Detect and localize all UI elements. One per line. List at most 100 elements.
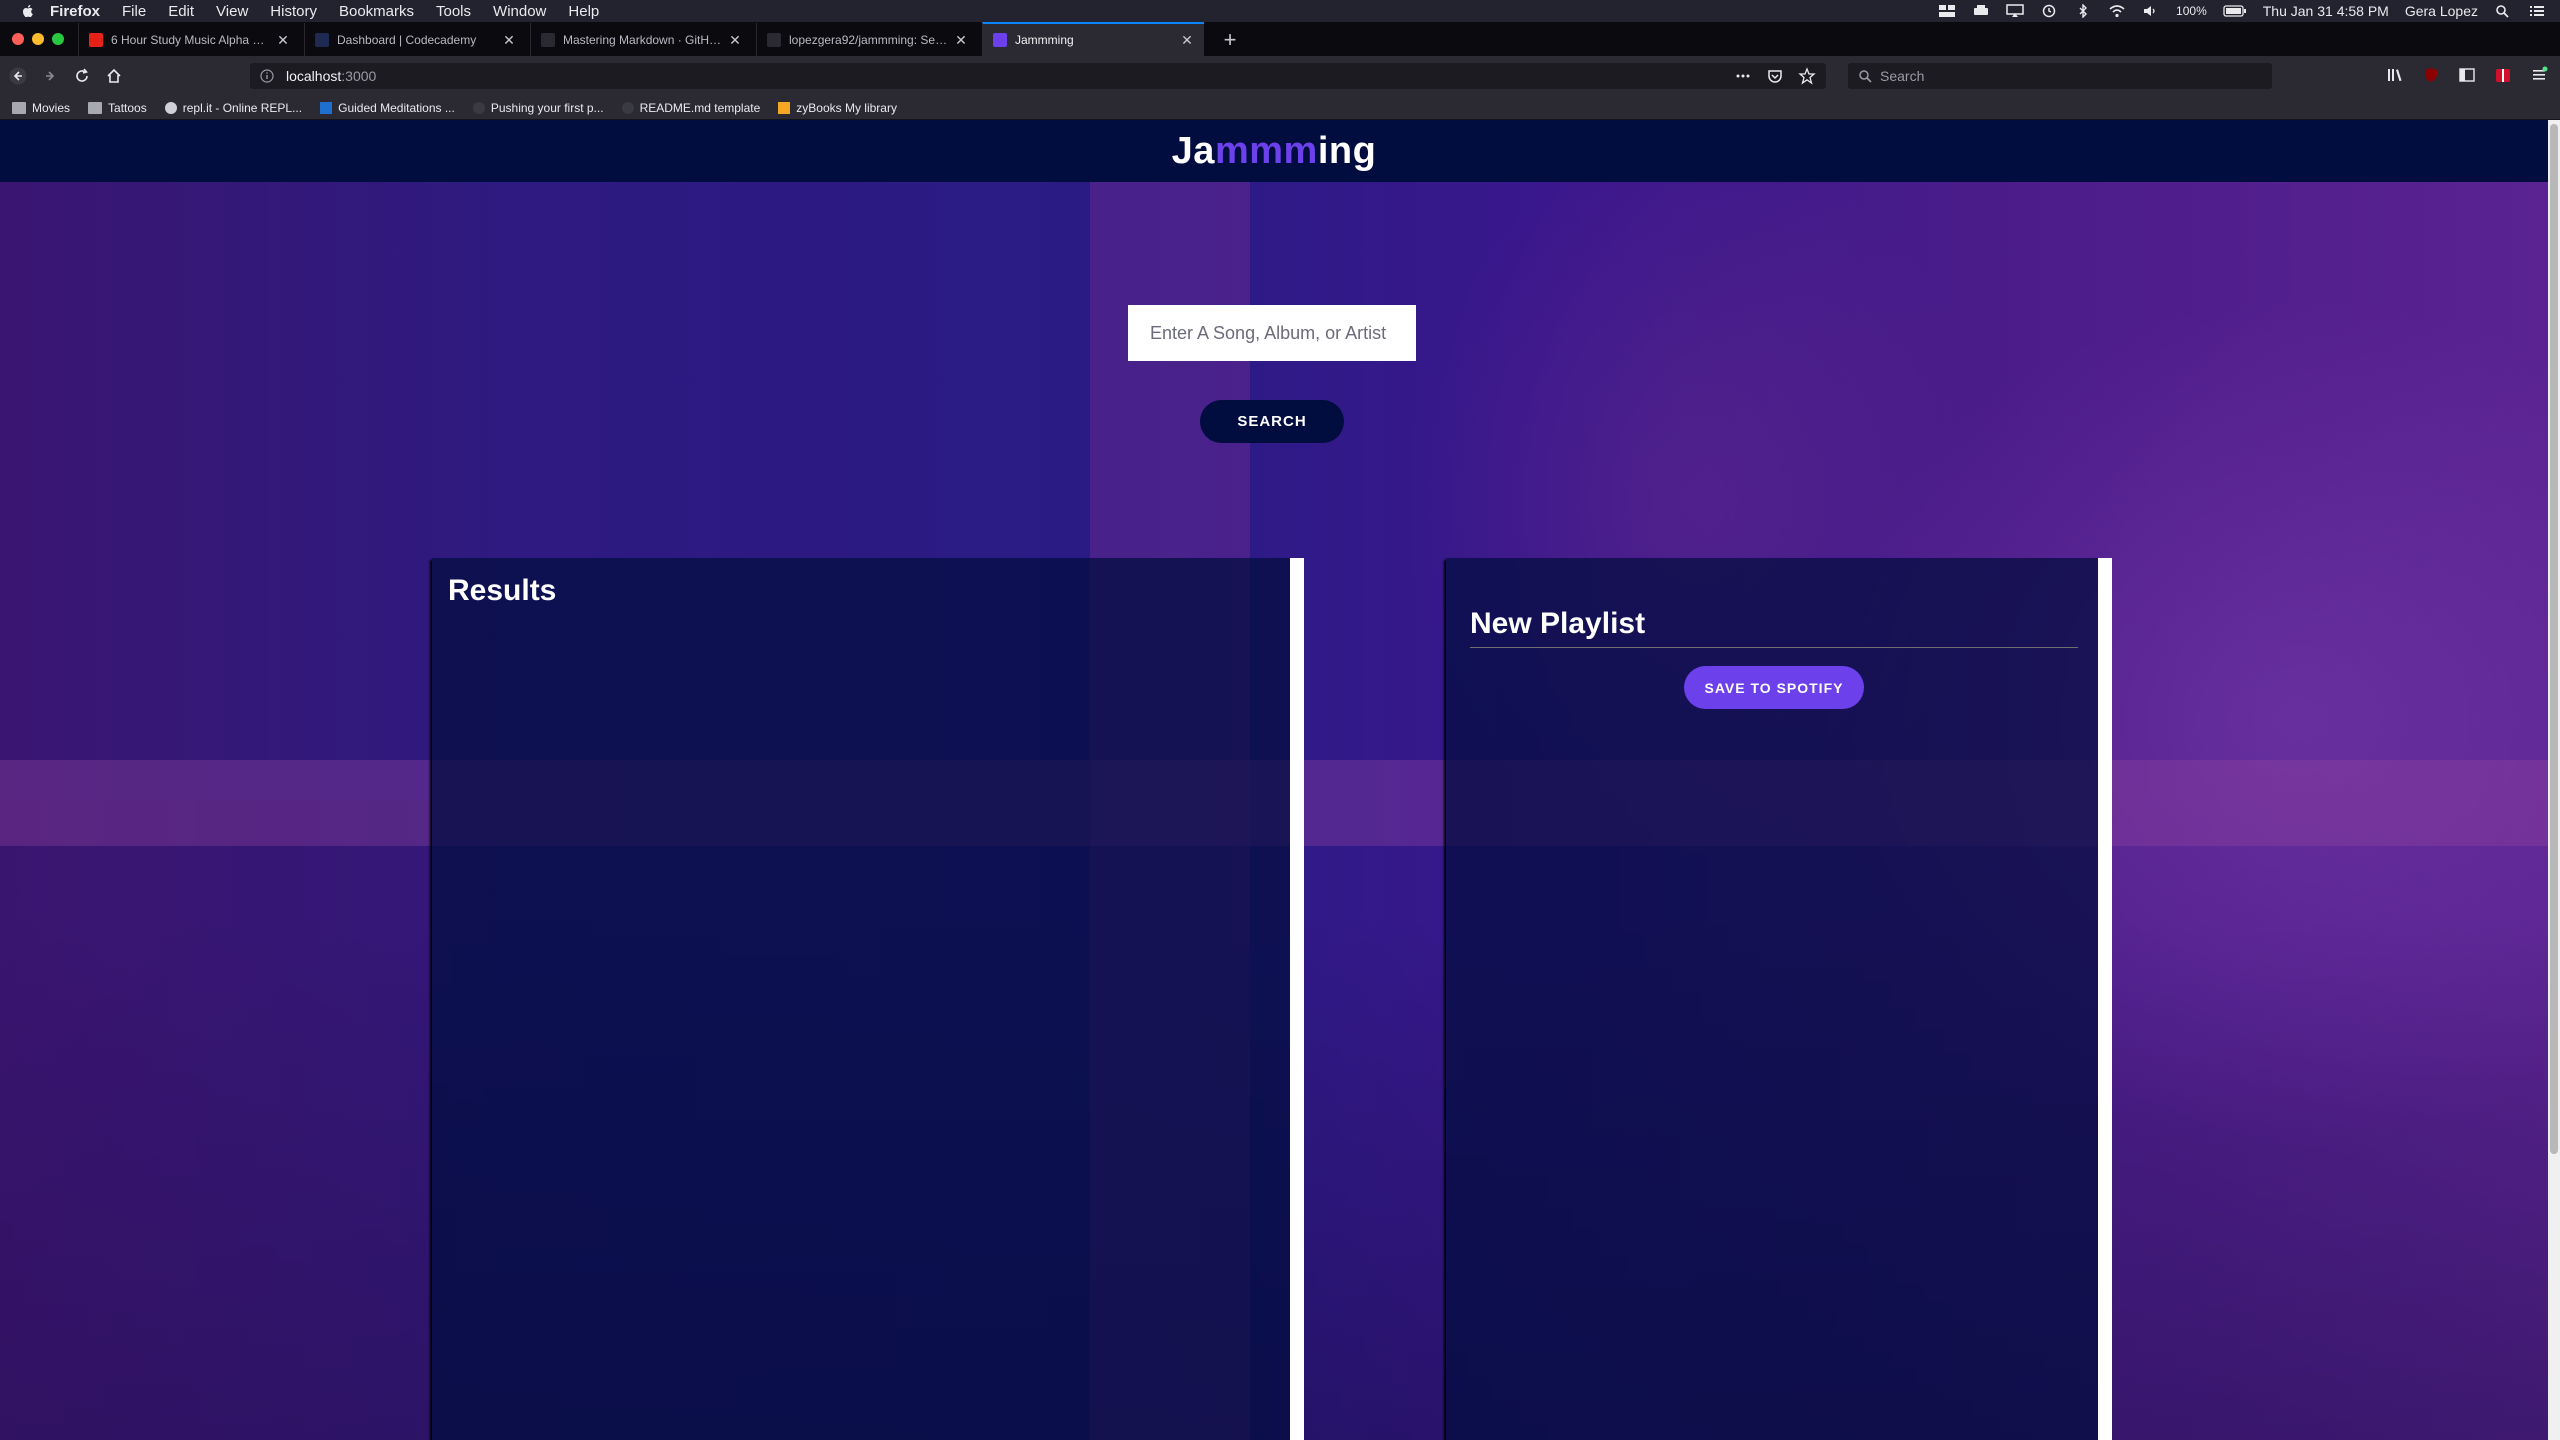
- song-search-input[interactable]: [1128, 305, 1416, 361]
- menu-view[interactable]: View: [216, 3, 248, 20]
- playlist-panel-edge: [2098, 558, 2112, 1440]
- tab-github-repo[interactable]: lopezgera92/jammming: Search ✕: [756, 23, 978, 56]
- app-logo: Jammming: [1172, 130, 1377, 173]
- folder-icon: [88, 101, 103, 114]
- new-tab-icon[interactable]: +: [1216, 26, 1244, 54]
- battery-icon[interactable]: [2223, 4, 2247, 18]
- library-icon[interactable]: [2384, 64, 2406, 86]
- bookmark-readme-template[interactable]: README.md template: [621, 100, 761, 115]
- toolbar-right: [2384, 64, 2550, 86]
- forward-icon[interactable]: [36, 62, 64, 90]
- tab-close-icon[interactable]: ✕: [276, 33, 290, 47]
- bookmark-label: Guided Meditations ...: [338, 100, 455, 115]
- url-actions: [1734, 67, 1816, 85]
- minimize-window-icon[interactable]: [32, 33, 44, 45]
- tab-close-icon[interactable]: ✕: [502, 33, 516, 47]
- bluetooth-icon[interactable]: [2074, 4, 2092, 18]
- page-actions-icon[interactable]: [1734, 67, 1752, 85]
- bookmark-label: Movies: [32, 100, 71, 115]
- youtube-favicon-icon: [89, 32, 103, 47]
- close-window-icon[interactable]: [12, 33, 24, 45]
- url-host: localhost: [286, 68, 342, 84]
- tab-jammming[interactable]: Jammming ✕: [982, 22, 1204, 56]
- time-machine-icon[interactable]: [2040, 4, 2058, 18]
- pocket-icon[interactable]: [1766, 67, 1784, 85]
- spotlight-icon[interactable]: [2494, 4, 2512, 18]
- playlist-name-input[interactable]: New Playlist: [1470, 604, 2078, 648]
- logo-part: Ja: [1171, 129, 1215, 172]
- mission-control-icon[interactable]: [1938, 4, 1956, 18]
- url-port: :3000: [341, 68, 377, 84]
- github-icon: [621, 101, 634, 114]
- menubar-clock[interactable]: Thu Jan 31 4:58 PM: [2263, 3, 2389, 19]
- tab-codecademy[interactable]: Dashboard | Codecademy ✕: [304, 23, 526, 56]
- notification-center-icon[interactable]: [2528, 4, 2546, 18]
- browser-tab-strip: 6 Hour Study Music Alpha Waves ✕ Dashboa…: [0, 22, 2560, 56]
- menubar-status-area: 100% Thu Jan 31 4:58 PM Gera Lopez: [1938, 0, 2546, 22]
- menu-tools[interactable]: Tools: [436, 3, 471, 20]
- bookmark-label: Pushing your first p...: [490, 100, 604, 115]
- gift-extension-icon[interactable]: [2492, 64, 2514, 86]
- page-scrollbar[interactable]: [2548, 120, 2560, 1440]
- bookmark-replit[interactable]: repl.it - Online REPL...: [164, 100, 303, 115]
- tab-title: 6 Hour Study Music Alpha Waves: [111, 32, 270, 47]
- menubar-user[interactable]: Gera Lopez: [2405, 3, 2478, 19]
- reload-icon[interactable]: [68, 62, 96, 90]
- bookmark-label: repl.it - Online REPL...: [182, 100, 303, 115]
- menu-bookmarks[interactable]: Bookmarks: [339, 3, 414, 20]
- menu-help[interactable]: Help: [568, 3, 599, 20]
- zybooks-icon: [778, 101, 791, 114]
- wifi-icon[interactable]: [2108, 4, 2126, 18]
- url-bar[interactable]: localhost:3000: [250, 63, 1826, 89]
- window-controls: [12, 33, 64, 45]
- logo-highlight: mmm: [1214, 129, 1318, 172]
- jammming-page: Jammming SEARCH Results New Playlist SAV…: [0, 120, 2548, 1440]
- tab-close-icon[interactable]: ✕: [728, 33, 742, 47]
- menu-edit[interactable]: Edit: [168, 3, 194, 20]
- bookmark-zybooks[interactable]: zyBooks My library: [778, 101, 897, 115]
- back-icon[interactable]: [4, 62, 32, 90]
- tab-youtube[interactable]: 6 Hour Study Music Alpha Waves ✕: [78, 23, 300, 56]
- menu-history[interactable]: History: [270, 3, 317, 20]
- os-menubar: Firefox File Edit View History Bookmarks…: [0, 0, 2560, 22]
- logo-part: ing: [1317, 129, 1377, 172]
- battery-percent: 100%: [2176, 4, 2207, 18]
- bookmark-label: Tattoos: [108, 100, 147, 115]
- menu-app-name[interactable]: Firefox: [50, 3, 100, 20]
- scrollbar-thumb[interactable]: [2550, 124, 2558, 1154]
- menu-file[interactable]: File: [122, 3, 146, 20]
- bookmark-guided-meditations[interactable]: Guided Meditations ...: [320, 101, 455, 115]
- udemy-icon: [320, 101, 333, 114]
- menu-window[interactable]: Window: [493, 3, 546, 20]
- airplay-icon[interactable]: [2006, 4, 2024, 18]
- save-to-spotify-button[interactable]: SAVE TO SPOTIFY: [1684, 666, 1864, 709]
- tab-close-icon[interactable]: ✕: [1180, 33, 1194, 47]
- menu-hamburger-icon[interactable]: [2528, 64, 2550, 86]
- bookmark-movies[interactable]: Movies: [12, 101, 70, 115]
- home-icon[interactable]: [100, 62, 128, 90]
- github-favicon-icon: [767, 32, 781, 47]
- search-button[interactable]: SEARCH: [1200, 400, 1344, 443]
- bookmark-label: README.md template: [639, 100, 761, 115]
- results-title: Results: [448, 574, 557, 607]
- sidebar-icon[interactable]: [2456, 64, 2478, 86]
- tab-title: lopezgera92/jammming: Search: [789, 32, 948, 47]
- github-favicon-icon: [541, 32, 555, 47]
- apple-icon[interactable]: [20, 3, 36, 19]
- bookmark-tattoos[interactable]: Tattoos: [88, 101, 147, 115]
- jammming-favicon-icon: [993, 33, 1007, 47]
- tab-title: Mastering Markdown · GitHub Guides: [563, 32, 722, 47]
- ublock-extension-icon[interactable]: [2420, 64, 2442, 86]
- github-icon: [472, 101, 485, 114]
- volume-icon[interactable]: [2142, 4, 2160, 18]
- site-info-icon[interactable]: [260, 69, 274, 83]
- printer-icon[interactable]: [1972, 4, 1990, 18]
- browser-search-placeholder: Search: [1880, 68, 1925, 84]
- bookmark-pushing-first-project[interactable]: Pushing your first p...: [472, 100, 604, 115]
- tab-close-icon[interactable]: ✕: [954, 33, 968, 47]
- browser-search-field[interactable]: Search: [1848, 63, 2272, 89]
- bookmark-star-icon[interactable]: [1798, 67, 1816, 85]
- maximize-window-icon[interactable]: [52, 33, 64, 45]
- codecademy-favicon-icon: [315, 32, 329, 47]
- tab-github-guides[interactable]: Mastering Markdown · GitHub Guides ✕: [530, 23, 752, 56]
